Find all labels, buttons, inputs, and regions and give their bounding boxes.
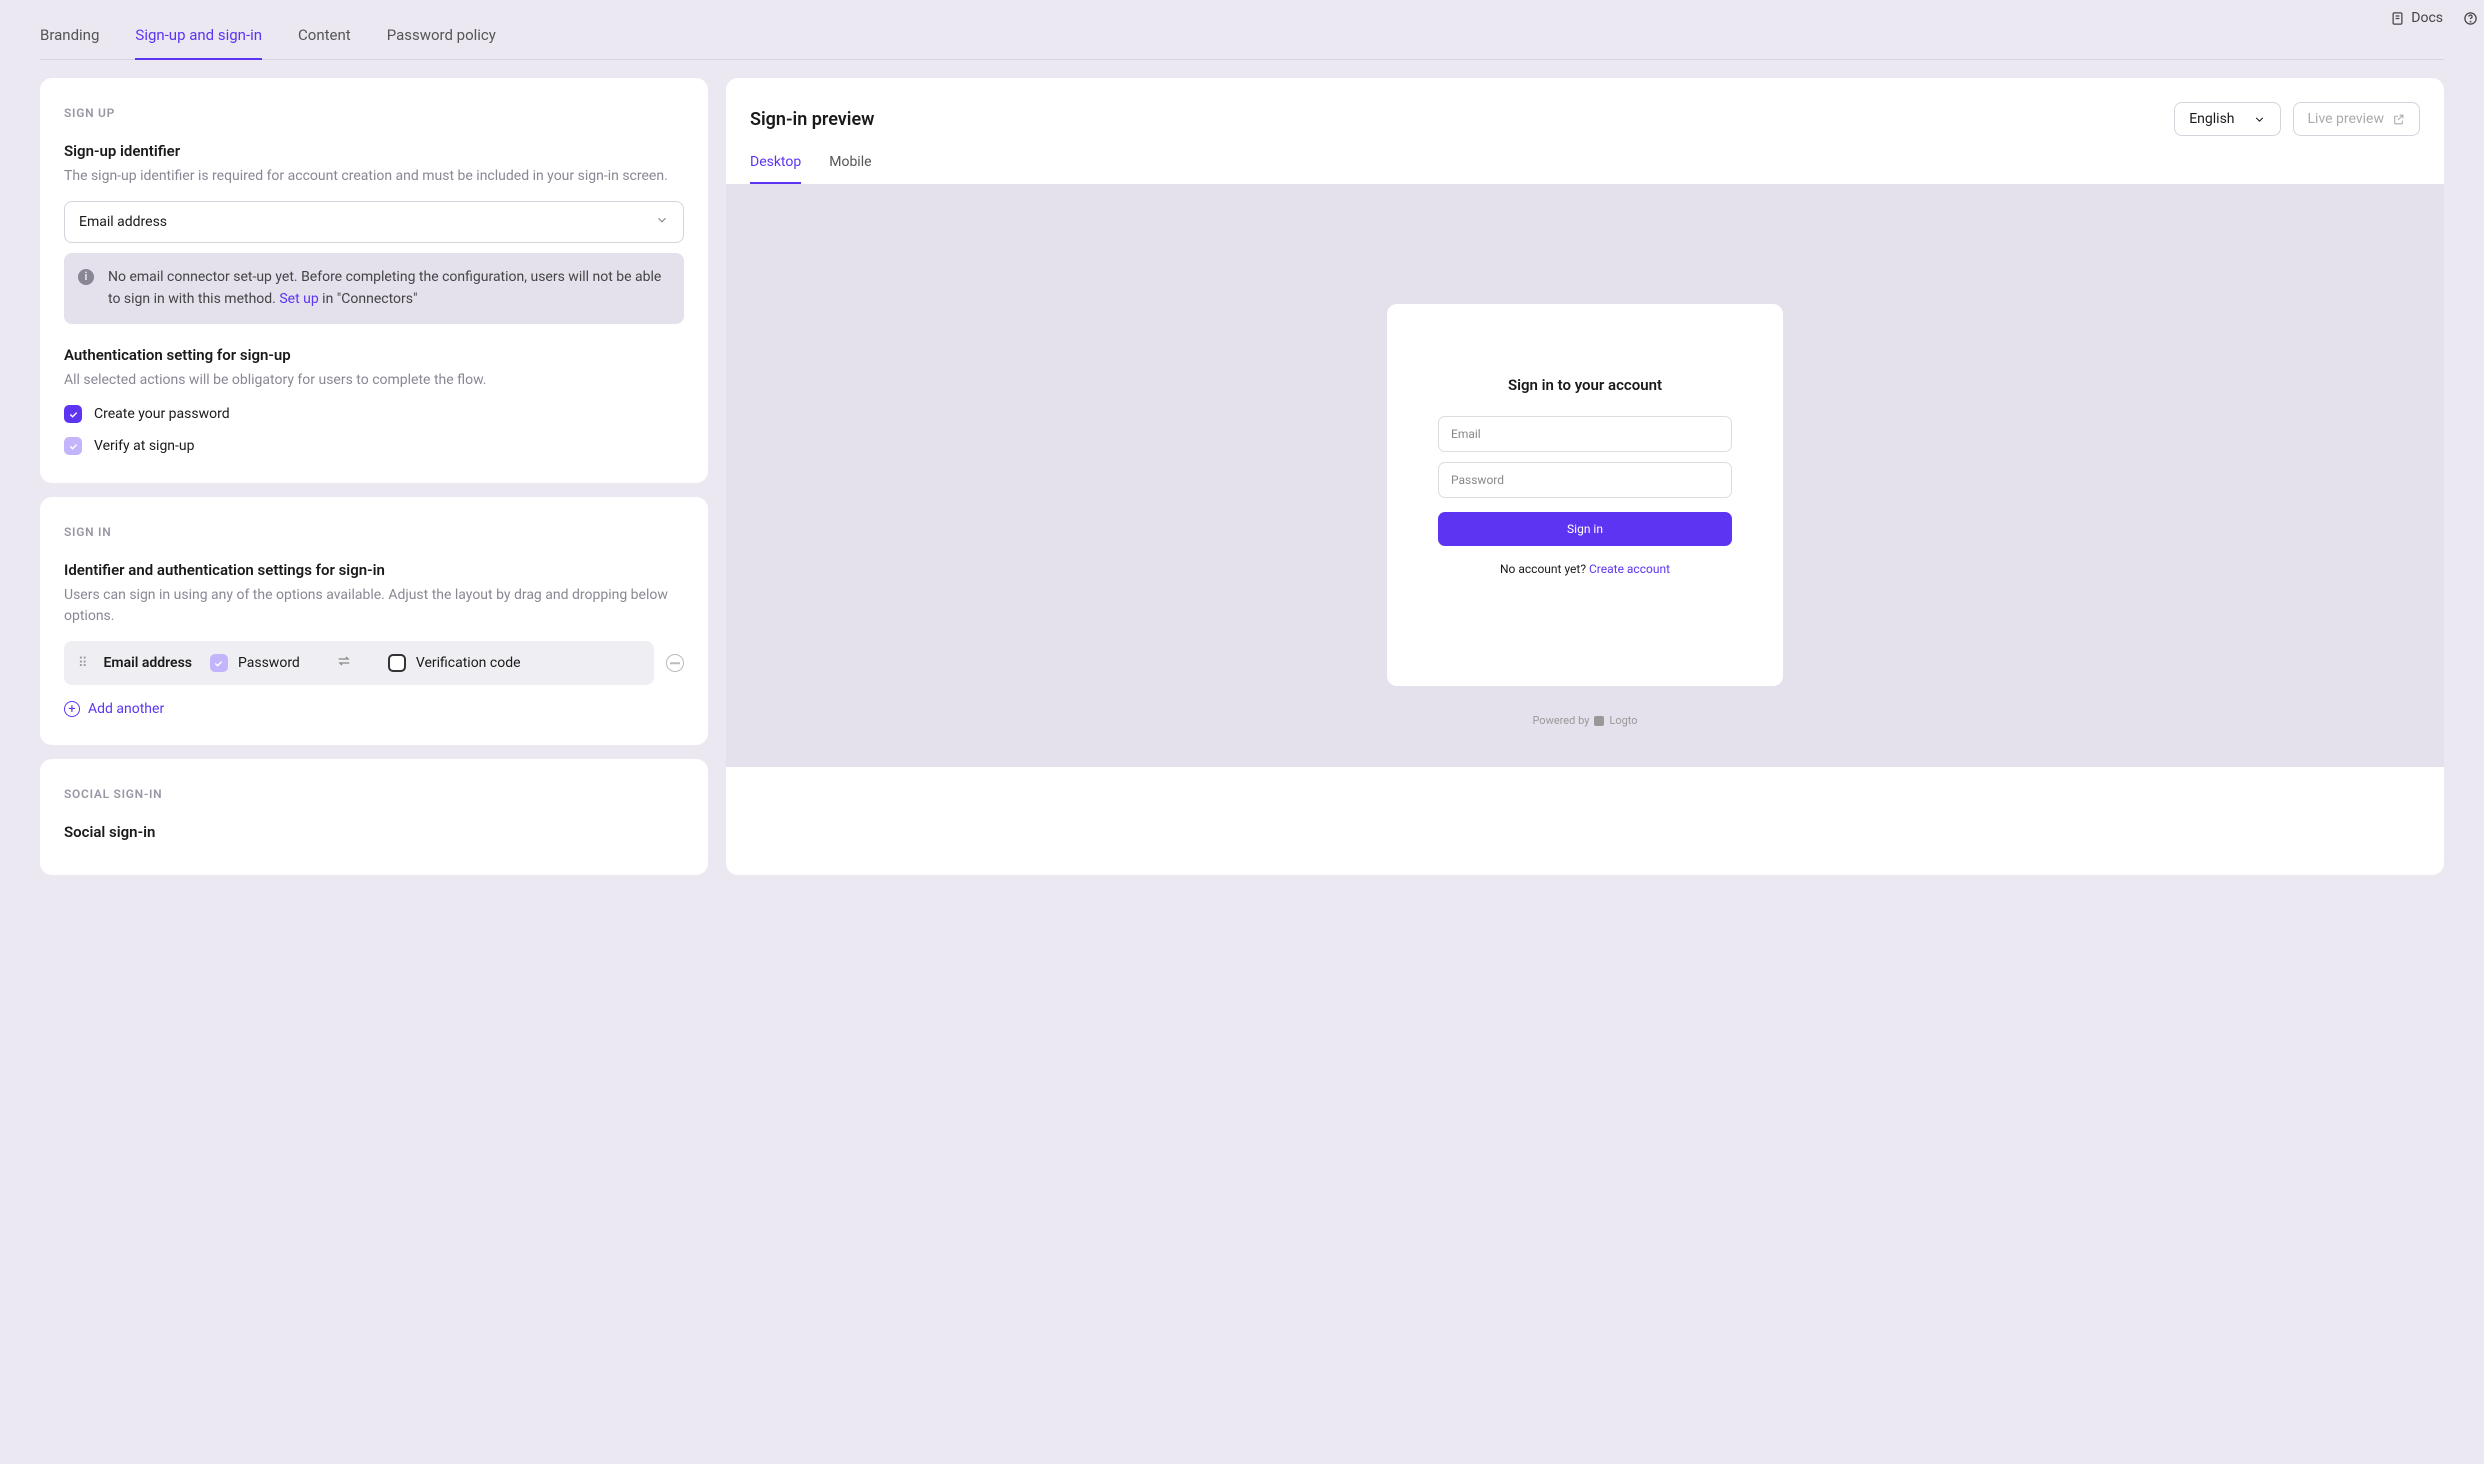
live-preview-label: Live preview — [2308, 111, 2384, 127]
no-account-text: No account yet? — [1500, 562, 1589, 576]
help-button[interactable] — [2463, 11, 2478, 26]
preview-footer: No account yet? Create account — [1500, 562, 1670, 576]
check-icon — [68, 441, 79, 452]
preview-password-input[interactable]: Password — [1438, 462, 1732, 498]
preview-signin-button[interactable]: Sign in — [1438, 512, 1732, 546]
sign-in-section-label: Sign in — [64, 525, 684, 539]
signup-identifier-title: Sign-up identifier — [64, 142, 684, 160]
check-icon — [68, 409, 79, 420]
social-signin-card: Social sign-in Social sign-in — [40, 759, 708, 875]
signin-verification-option[interactable]: Verification code — [388, 654, 521, 672]
preview-panel: Sign-in preview English Live preview De — [726, 78, 2444, 875]
preview-tab-mobile[interactable]: Mobile — [829, 154, 871, 184]
preview-title: Sign-in preview — [750, 109, 874, 130]
create-account-link[interactable]: Create account — [1589, 562, 1670, 576]
email-connector-alert: i No email connector set-up yet. Before … — [64, 253, 684, 324]
preview-email-input[interactable]: Email — [1438, 416, 1732, 452]
preview-tab-desktop[interactable]: Desktop — [750, 154, 801, 184]
signin-settings-desc: Users can sign in using any of the optio… — [64, 585, 684, 627]
remove-method-button[interactable] — [666, 654, 684, 672]
drag-handle-icon[interactable]: ⠿ — [78, 656, 86, 671]
help-icon — [2463, 11, 2478, 26]
verify-signup-row[interactable]: Verify at sign-up — [64, 437, 684, 455]
create-password-label: Create your password — [94, 406, 230, 422]
create-password-checkbox[interactable] — [64, 405, 82, 423]
signin-settings-title: Identifier and authentication settings f… — [64, 561, 684, 579]
chevron-down-icon — [655, 213, 669, 231]
signup-identifier-value: Email address — [79, 214, 167, 230]
tab-branding[interactable]: Branding — [40, 18, 99, 60]
verification-code-label: Verification code — [416, 655, 521, 671]
sign-up-card: Sign up Sign-up identifier The sign-up i… — [40, 78, 708, 483]
live-preview-button[interactable]: Live preview — [2293, 102, 2420, 136]
social-section-label: Social sign-in — [64, 787, 684, 801]
social-signin-title: Social sign-in — [64, 823, 684, 841]
add-another-button[interactable]: + Add another — [64, 701, 684, 717]
signin-identifier-label: Email address — [104, 655, 192, 671]
password-option-label: Password — [238, 655, 300, 671]
signup-identifier-select[interactable]: Email address — [64, 201, 684, 243]
signin-method-row[interactable]: ⠿ Email address Password — [64, 641, 654, 685]
brand-name: Logto — [1609, 714, 1637, 727]
language-select[interactable]: English — [2174, 102, 2280, 136]
tab-signup-signin[interactable]: Sign-up and sign-in — [135, 18, 262, 60]
signup-identifier-desc: The sign-up identifier is required for a… — [64, 166, 684, 187]
language-value: English — [2189, 111, 2234, 127]
preview-stage: Sign in to your account Email Password S… — [726, 184, 2444, 767]
info-icon: i — [78, 269, 94, 285]
signin-password-option[interactable]: Password — [210, 654, 300, 672]
check-icon — [213, 658, 224, 669]
verify-signup-checkbox[interactable] — [64, 437, 82, 455]
auth-setting-title: Authentication setting for sign-up — [64, 346, 684, 364]
docs-link[interactable]: Docs — [2390, 10, 2443, 26]
create-password-row[interactable]: Create your password — [64, 405, 684, 423]
alert-text-post: in "Connectors" — [319, 291, 418, 307]
verification-code-checkbox[interactable] — [388, 654, 406, 672]
main-tabs: Branding Sign-up and sign-in Content Pas… — [40, 0, 2444, 60]
sign-in-card: Sign in Identifier and authentication se… — [40, 497, 708, 745]
tab-password-policy[interactable]: Password policy — [387, 18, 496, 60]
password-checkbox[interactable] — [210, 654, 228, 672]
chevron-down-icon — [2253, 113, 2266, 126]
swap-icon[interactable] — [336, 653, 352, 673]
external-link-icon — [2392, 113, 2405, 126]
signin-preview-box: Sign in to your account Email Password S… — [1387, 304, 1783, 686]
signin-box-title: Sign in to your account — [1508, 376, 1662, 394]
verify-signup-label: Verify at sign-up — [94, 438, 195, 454]
powered-by: Powered by Logto — [1532, 714, 1637, 727]
powered-by-text: Powered by — [1532, 714, 1589, 727]
logo-icon — [1594, 716, 1604, 726]
docs-label: Docs — [2411, 10, 2443, 26]
sign-up-section-label: Sign up — [64, 106, 684, 120]
add-another-label: Add another — [88, 701, 164, 717]
auth-setting-desc: All selected actions will be obligatory … — [64, 370, 684, 391]
preview-tabs: Desktop Mobile — [726, 136, 2444, 184]
doc-icon — [2390, 11, 2405, 26]
tab-content[interactable]: Content — [298, 18, 351, 60]
plus-icon: + — [64, 701, 80, 717]
alert-setup-link[interactable]: Set up — [279, 291, 318, 307]
